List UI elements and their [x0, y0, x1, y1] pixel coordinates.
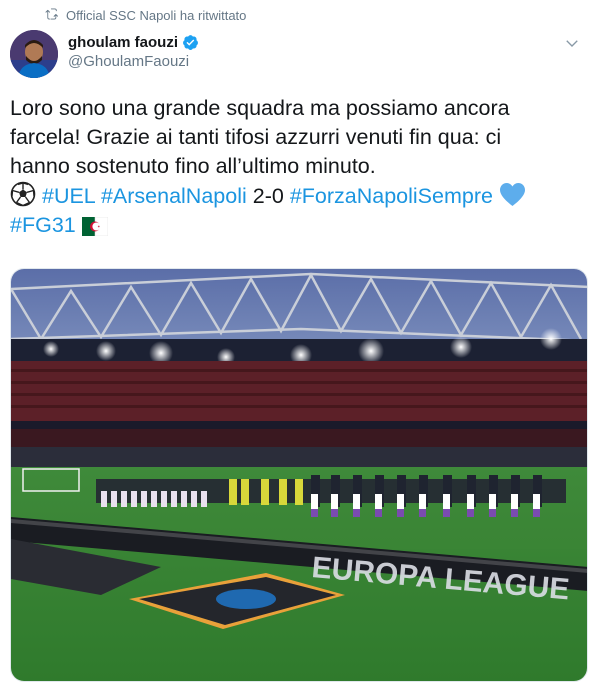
- match-score: 2-0: [252, 184, 284, 208]
- tweet-text-line: Loro sono una grande squadra ma possiamo…: [10, 96, 510, 120]
- blue-heart-icon: [499, 182, 526, 207]
- tweet-hashtag-line: #FG31: [10, 211, 580, 240]
- tweet-text-line: hanno sostenuto fino all’ultimo minuto.: [10, 154, 376, 178]
- hashtag-link[interactable]: #FG31: [10, 213, 76, 237]
- verified-badge-icon: [182, 34, 199, 51]
- tweet-hashtag-line: #UEL #ArsenalNapoli 2-0 #ForzaNapoliSemp…: [10, 181, 580, 211]
- chevron-down-icon: [563, 34, 581, 52]
- retweet-context[interactable]: Official SSC Napoli ha ritwittato: [44, 6, 246, 24]
- author-handle[interactable]: @GhoulamFaouzi: [68, 53, 199, 70]
- retweet-icon: [44, 7, 58, 24]
- tweet-photo[interactable]: EUROPA LEAGUE: [10, 268, 588, 682]
- hashtag-link[interactable]: #ArsenalNapoli: [101, 184, 247, 208]
- algeria-flag-icon: [81, 217, 108, 236]
- avatar[interactable]: [10, 30, 58, 78]
- retweet-context-text: Official SSC Napoli ha ritwittato: [66, 7, 247, 23]
- tweet-text-line: farcela! Grazie ai tanti tifosi azzurri …: [10, 125, 502, 149]
- tweet-menu-button[interactable]: [563, 34, 581, 52]
- hashtag-link[interactable]: #UEL: [42, 184, 95, 208]
- author-display-name[interactable]: ghoulam faouzi: [68, 34, 178, 51]
- hashtag-link[interactable]: #ForzaNapoliSempre: [290, 184, 493, 208]
- tweet-text: Loro sono una grande squadra ma possiamo…: [10, 94, 580, 240]
- tweet-author[interactable]: ghoulam faouzi @GhoulamFaouzi: [68, 34, 199, 70]
- soccer-ball-icon: [10, 181, 36, 207]
